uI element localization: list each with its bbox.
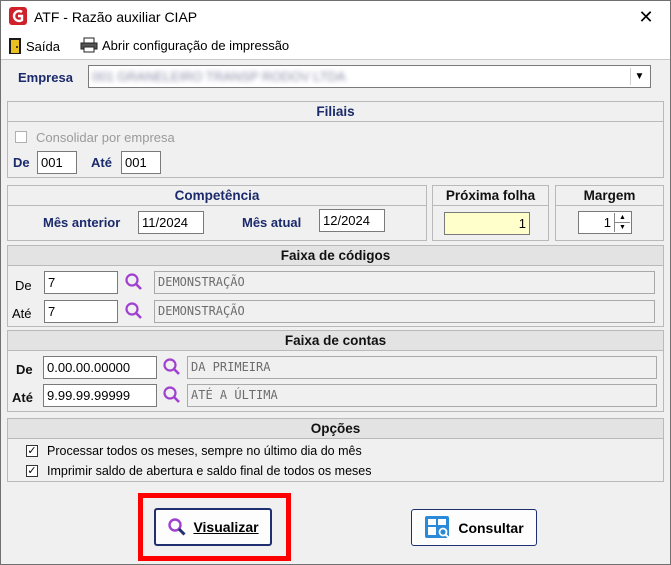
proxima-folha-input[interactable]: 1: [444, 212, 530, 235]
opcoes-header: Opções: [8, 419, 663, 439]
close-icon: ✕: [638, 7, 654, 27]
codigos-to-input[interactable]: 7: [44, 300, 118, 323]
filiais-to-input[interactable]: 001: [121, 151, 161, 174]
option-process-all-months-label: Processar todos os meses, sempre no últi…: [47, 444, 362, 458]
option-print-balance-label: Imprimir saldo de abertura e saldo final…: [47, 464, 372, 478]
competencia-header: Competência: [8, 186, 426, 206]
codigos-from-label: De: [15, 278, 32, 293]
consolidate-checkbox[interactable]: [15, 131, 27, 143]
contas-from-input[interactable]: 0.00.00.00000: [43, 356, 157, 379]
close-button[interactable]: ✕: [626, 3, 666, 31]
visualizar-label: Visualizar: [193, 519, 259, 535]
margem-stepper[interactable]: 1 ▲ ▼: [578, 211, 632, 234]
faixa-contas-header: Faixa de contas: [8, 331, 663, 351]
consolidate-label: Consolidar por empresa: [36, 130, 175, 145]
faixa-codigos-header: Faixa de códigos: [8, 246, 663, 266]
search-icon[interactable]: [162, 357, 182, 377]
margem-value: 1: [603, 215, 611, 230]
search-icon[interactable]: [124, 272, 144, 292]
empresa-label: Empresa: [18, 70, 73, 85]
contas-to-desc: ATÉ A ÚLTIMA: [187, 384, 657, 407]
magnifier-icon: [168, 518, 186, 536]
filiais-to-label: Até: [91, 155, 112, 170]
exit-button[interactable]: Saída: [8, 37, 60, 55]
contas-to-input[interactable]: 9.99.99.99999: [43, 384, 157, 407]
exit-label: Saída: [26, 38, 60, 54]
option-process-all-months-checkbox[interactable]: ✓: [26, 445, 38, 457]
filiais-from-input[interactable]: 001: [37, 151, 77, 174]
exit-door-icon: [9, 38, 21, 54]
filiais-from-label: De: [13, 155, 30, 170]
app-logo-icon: [9, 7, 27, 25]
title-bar: ATF - Razão auxiliar CIAP ✕: [1, 1, 670, 33]
margem-header: Margem: [556, 186, 663, 206]
spin-down-icon[interactable]: ▼: [615, 223, 630, 232]
spin-buttons[interactable]: ▲ ▼: [614, 213, 630, 232]
contas-from-label: De: [16, 362, 33, 377]
cur-month-input[interactable]: 12/2024: [319, 209, 385, 232]
empresa-value: 001 GRANELEIRO TRANSP RODOV LTDA: [92, 69, 346, 84]
window-title: ATF - Razão auxiliar CIAP: [34, 9, 198, 25]
codigos-to-desc: DEMONSTRAÇÃO: [154, 300, 655, 323]
contas-from-desc: DA PRIMEIRA: [187, 356, 657, 379]
empresa-select[interactable]: 001 GRANELEIRO TRANSP RODOV LTDA ▼: [88, 65, 651, 88]
print-config-button[interactable]: Abrir configuração de impressão: [80, 37, 289, 53]
consultar-label: Consultar: [458, 519, 524, 536]
search-icon[interactable]: [124, 301, 144, 321]
contas-to-label: Até: [12, 390, 33, 405]
toolbar-divider: [1, 59, 670, 60]
search-icon[interactable]: [162, 385, 182, 405]
printer-icon: [80, 37, 98, 53]
codigos-from-desc: DEMONSTRAÇÃO: [154, 271, 655, 294]
dialog-window: ATF - Razão auxiliar CIAP ✕ Saída Abrir …: [0, 0, 671, 565]
prev-month-input[interactable]: 11/2024: [138, 211, 204, 234]
consultar-button[interactable]: Consultar: [411, 509, 537, 546]
table-search-icon: [425, 515, 451, 539]
codigos-to-label: Até: [12, 306, 32, 321]
cur-month-label: Mês atual: [242, 215, 302, 230]
visualizar-button[interactable]: Visualizar: [154, 508, 272, 546]
prev-month-label: Mês anterior: [43, 215, 121, 230]
print-config-label: Abrir configuração de impressão: [102, 37, 290, 53]
proxima-folha-header: Próxima folha: [433, 186, 548, 206]
codigos-from-input[interactable]: 7: [44, 271, 118, 294]
spin-up-icon[interactable]: ▲: [615, 213, 630, 223]
filiais-header: Filiais: [8, 102, 663, 122]
option-print-balance-checkbox[interactable]: ✓: [26, 465, 38, 477]
toolbar: Saída Abrir configuração de impressão: [1, 33, 670, 59]
chevron-down-icon[interactable]: ▼: [630, 68, 648, 85]
